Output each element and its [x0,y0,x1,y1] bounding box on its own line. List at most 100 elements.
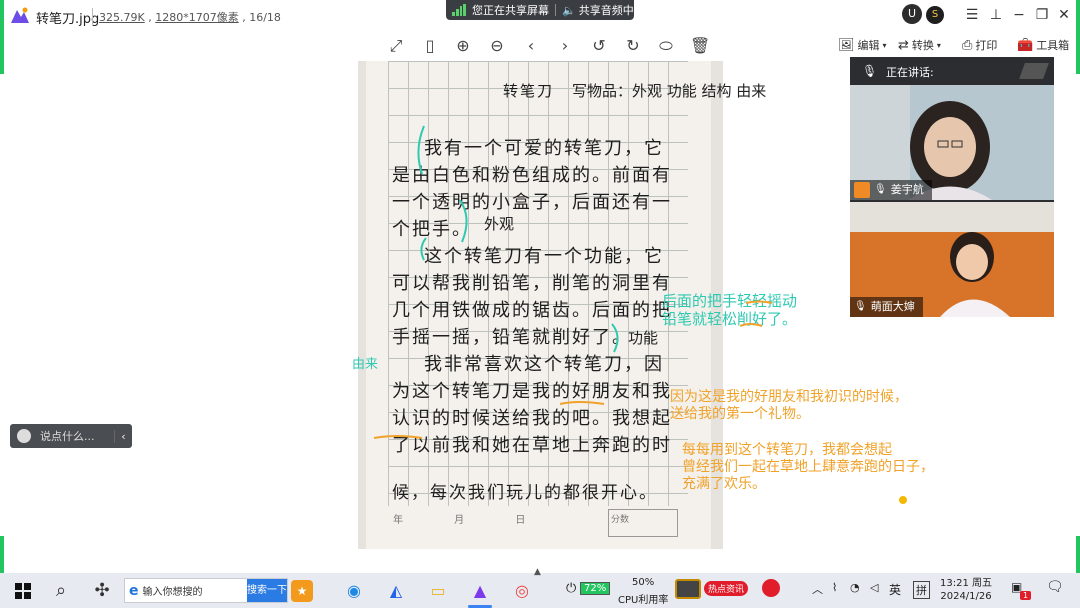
print-button[interactable]: ⎙ 打印 [962,37,997,53]
pin-icon[interactable]: ⊥ [986,5,1006,25]
orange-underline-marks [740,300,773,327]
microphone-icon: 🎙 [862,64,878,78]
divider [555,4,556,16]
orange-underline-marks [373,401,605,439]
toolbox-button[interactable]: 🧰 工具箱 [1017,37,1069,53]
microphone-icon: 🎙 [854,301,867,312]
annotation-appearance: 外观 [484,215,515,233]
edit-button[interactable]: 🖼 编辑 ▾ [838,37,887,53]
tv-icon[interactable] [675,579,701,599]
next-icon[interactable]: › [555,36,575,56]
hot-news-badge[interactable]: 热点资讯 [704,581,749,596]
ime-language[interactable]: 英 [889,581,901,598]
share-frame-corner [0,536,4,573]
emoji-icon[interactable] [17,429,31,443]
image-dimensions[interactable]: 1280*1707像素 [155,11,239,24]
network-icon[interactable]: ⌇ [832,581,837,594]
menu-icon[interactable]: ☰ [962,5,982,25]
date-footer: 年 月 日 [393,515,550,526]
share-frame-corner [1076,0,1080,74]
microphone-icon: 🎙 [874,184,887,195]
wifi-icon[interactable]: ◔ [850,581,860,594]
annotation-function: 功能 [628,329,659,347]
share-frame-corner [1076,536,1080,573]
file-explorer-icon[interactable]: ▭ [427,580,449,602]
chat-placeholder: 说点什么... [40,430,95,443]
fit-screen-icon[interactable]: ⤢ [386,36,406,56]
edge-browser-icon[interactable]: ◉ [343,580,365,602]
edit-label: 编辑 [857,39,880,52]
file-meta: 325.79K , 1280*1707像素 , 16/18 [99,9,281,25]
audio-label: 共享音频中 [578,4,634,17]
web-search-box[interactable]: e 输入你想搜的 搜索一下 [124,578,288,603]
orange-note-line: 因为这是我的好朋友和我初识的时候， [670,389,908,405]
teal-bracket-mark [611,323,619,353]
speaking-header: 🎙 正在讲话: [850,57,1054,85]
chevron-up-icon[interactable]: ︿ [812,581,823,597]
speaker-icon: 🔈 [562,3,576,17]
screen-share-banner[interactable]: 您正在共享屏幕 🔈 共享音频中 [446,0,634,20]
taskbar: ▲ ⌕ ✣ e 输入你想搜的 搜索一下 ★ ◉ ◭ ▭ ▲ ◎ ⏻ 72% 50… [0,567,1080,608]
zoom-in-icon[interactable]: ⊕ [453,36,473,56]
volume-icon[interactable]: ◁ [870,581,878,594]
chevron-down-icon: ▾ [936,40,941,50]
pointer-dot [899,496,907,504]
show-hidden-chevron-icon[interactable]: ▲ [534,567,541,577]
ime-mode[interactable]: 拼 [913,581,930,599]
share-frame-corner [0,0,4,74]
annotation-heading: 写物品：外观 功能 结构 由来 [572,82,767,100]
collapse-chevron-icon[interactable]: ‹ [114,429,132,443]
clock-date: 2024/1/26 [940,591,992,602]
printer-icon: ⎙ [962,37,973,53]
file-size[interactable]: 325.79K [99,11,145,24]
image-viewer-icon[interactable]: ▲ [469,580,491,602]
chat-input[interactable]: 说点什么... ‹ [10,424,132,448]
windows-start-icon[interactable] [12,580,34,602]
action-center-icon[interactable]: 🗨 [1046,579,1064,595]
rotate-left-icon[interactable]: ↺ [589,36,609,56]
search-button[interactable]: 搜索一下 [247,579,287,602]
user-avatar[interactable]: U [902,4,922,24]
pinwheel-app-icon[interactable]: ✣ [91,580,113,602]
clock[interactable]: 13:21 周五 2024/1/26 [940,577,992,603]
coin-icon[interactable]: S [926,6,944,24]
avatar-icon [854,182,870,198]
news-app-icon[interactable] [762,579,780,597]
rotate-right-icon[interactable]: ↻ [623,36,643,56]
close-icon[interactable]: ✕ [1054,5,1074,25]
video-panel[interactable]: 🎙 正在讲话: 🎙 姜宇航 🎙 萌面大婶 [850,57,1054,317]
convert-button[interactable]: ⇄ 转换 ▾ [898,37,941,53]
restore-icon[interactable]: ❐ [1032,5,1052,25]
toolbox-icon: 🧰 [1017,37,1034,53]
toolbox-label: 工具箱 [1036,39,1070,52]
teal-bracket-marks [417,125,468,243]
participant-video-2[interactable]: 🎙 萌面大婶 [850,202,1054,317]
participant-name-tag: 🎙 姜宇航 [850,180,932,200]
battery-indicator[interactable]: 72% [580,582,611,595]
teal-bracket-mark [420,237,427,261]
print-label: 打印 [975,39,998,52]
participant-name: 姜宇航 [890,183,924,196]
search-icon[interactable]: ⌕ [50,580,72,602]
participant-video-1[interactable]: 🎙 姜宇航 [850,85,1054,200]
zoom-out-icon[interactable]: ⊖ [487,36,507,56]
page-index: 16/18 [249,11,281,24]
notification-count: 1 [1020,591,1032,600]
orange-note-line: 曾经我们一起在草地上肆意奔跑的日子， [682,459,934,475]
previous-icon[interactable]: ‹ [521,36,541,56]
minimize-icon[interactable]: − [1009,5,1029,25]
signal-icon [452,4,466,16]
recorder-app-icon[interactable]: ◎ [511,580,533,602]
speaking-label: 正在讲话: [886,66,934,79]
app-logo-icon [11,7,29,23]
meeting-logo-icon [1019,63,1049,79]
search-placeholder: 输入你想搜的 [142,587,203,598]
actual-size-icon[interactable]: ▯ [420,36,440,56]
delete-icon[interactable]: 🗑 [690,36,710,56]
orange-note-line: 送给我的第一个礼物。 [670,406,810,422]
meeting-app-icon[interactable]: ◭ [385,580,407,602]
mouse-icon[interactable]: ⬭ [656,36,676,56]
cpu-label: CPU利用率 [618,595,669,606]
convert-label: 转换 [911,39,934,52]
star-app-icon[interactable]: ★ [291,580,313,602]
